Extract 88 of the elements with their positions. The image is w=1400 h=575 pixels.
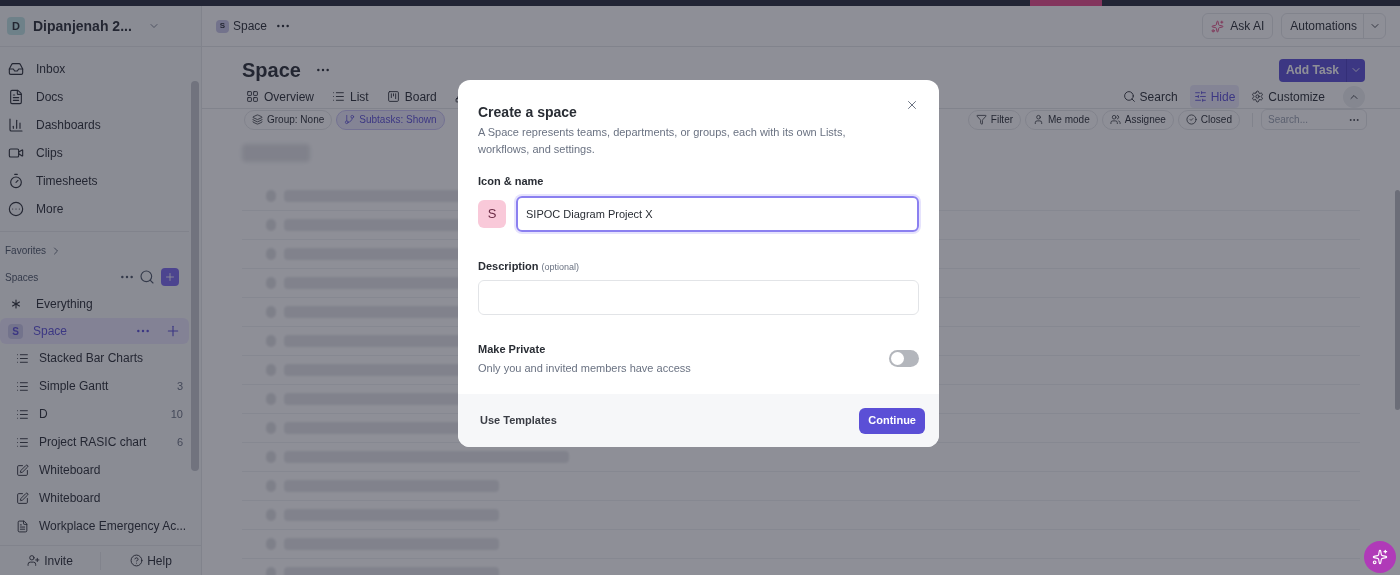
sidebar-item[interactable]: Simple Gantt 3	[0, 372, 189, 400]
invite-button[interactable]: Invite	[0, 551, 100, 570]
dialog-title: Create a space	[478, 103, 577, 122]
layers-icon	[252, 114, 263, 125]
dialog-description: A Space represents teams, departments, or groups, each with its own Lists, workflows, and settings.	[478, 125, 847, 157]
field-hint: Only you and invited members have access	[478, 360, 692, 376]
document-icon	[16, 519, 29, 533]
scrollbar[interactable]	[191, 81, 199, 471]
add-space-button[interactable]	[161, 268, 179, 286]
nav-item[interactable]: Inbox	[0, 55, 189, 83]
nav-item[interactable]: Dashboards	[0, 111, 189, 139]
list-icon	[16, 351, 29, 365]
space-icon-picker[interactable]: S	[478, 199, 506, 228]
filter-icon	[975, 114, 987, 125]
workspace-avatar[interactable]: D	[7, 17, 25, 35]
search-icon	[1122, 90, 1136, 103]
inbox-icon	[8, 61, 24, 77]
section-label: Spaces	[5, 270, 40, 285]
sidebar-item[interactable]: Whiteboard	[0, 456, 189, 484]
space-item[interactable]: S Space	[0, 318, 189, 344]
help-button[interactable]: Help	[100, 551, 201, 570]
nav-item[interactable]: More	[0, 195, 189, 223]
person-plus-icon	[27, 554, 41, 567]
field-label: Make Private	[478, 342, 547, 357]
use-templates-button[interactable]: Use Templates	[480, 412, 557, 429]
settings-icon	[1251, 90, 1265, 103]
sidebar-item[interactable]: Project RASIC chart 6	[0, 428, 189, 456]
chart-icon	[8, 117, 24, 133]
sparkle-icon	[1372, 549, 1388, 565]
sidebar-item[interactable]: Stacked Bar Charts	[0, 344, 189, 372]
pen-icon	[16, 463, 29, 477]
plus-icon	[164, 271, 176, 283]
view-tab[interactable]: Board	[386, 87, 437, 106]
plus-icon	[165, 323, 181, 339]
automations-button[interactable]: Automations	[1281, 13, 1386, 39]
breadcrumb-avatar: S	[216, 19, 229, 33]
board-icon	[386, 90, 400, 103]
sparkle-icon	[1211, 19, 1225, 33]
page-title: Space	[242, 58, 301, 83]
sidebar-item[interactable]: Whiteboard	[0, 484, 189, 512]
timer-icon	[8, 173, 24, 189]
person-icon	[1033, 114, 1045, 125]
description-field[interactable]	[478, 280, 919, 315]
video-icon	[8, 145, 24, 161]
list-icon	[16, 407, 29, 421]
view-tab[interactable]: List	[332, 87, 369, 106]
nav-item[interactable]: Timesheets	[0, 167, 189, 195]
close-icon	[905, 98, 919, 112]
grid-icon	[246, 90, 259, 103]
branch-icon	[344, 114, 356, 125]
sidebar-item[interactable]: D 10	[0, 400, 189, 428]
field-label: Description (optional)	[478, 258, 581, 274]
continue-button[interactable]: Continue	[859, 407, 925, 434]
view-tab[interactable]: Overview	[246, 87, 314, 106]
search-icon	[139, 269, 155, 285]
people-icon	[1109, 114, 1121, 125]
toolbar-button[interactable]: Search	[1118, 85, 1182, 108]
list-icon	[16, 379, 29, 393]
toolbar-button[interactable]: Customize	[1247, 85, 1329, 108]
toolbar-button[interactable]: Hide	[1189, 85, 1240, 108]
ask-ai-button[interactable]: Ask AI	[1202, 13, 1274, 39]
pen-icon	[16, 491, 29, 505]
filter-chip[interactable]: Subtasks: Shown	[336, 109, 445, 130]
breadcrumb[interactable]: Space	[233, 17, 268, 35]
name-field[interactable]: SIPOC Diagram Project X	[516, 195, 919, 232]
space-avatar: S	[8, 323, 23, 339]
list-icon	[16, 435, 29, 449]
list-icon	[332, 90, 345, 103]
sliders-icon	[1193, 90, 1207, 103]
close-button[interactable]	[905, 98, 919, 112]
item-count: 10	[170, 406, 183, 422]
check-circle-icon	[1185, 114, 1197, 125]
collapse-button[interactable]	[1343, 85, 1365, 108]
add-task-button[interactable]: Add Task	[1278, 58, 1365, 82]
item-count: 3	[176, 378, 183, 394]
private-toggle[interactable]	[889, 350, 919, 367]
nav-item[interactable]: Docs	[0, 83, 189, 111]
help-icon	[130, 554, 144, 567]
ai-assistant-button[interactable]	[1364, 541, 1396, 573]
document-icon	[8, 89, 24, 105]
workspace-name[interactable]: Dipanjenah 2...	[33, 15, 132, 37]
nav-item[interactable]: Clips	[0, 139, 189, 167]
more-icon	[8, 201, 24, 217]
field-label: Icon & name	[478, 174, 545, 189]
sidebar-item[interactable]: Workplace Emergency Ac...	[0, 512, 189, 540]
sidebar-item[interactable]: Everything	[0, 290, 189, 318]
item-count: 6	[176, 434, 183, 450]
scrollbar[interactable]	[1395, 190, 1400, 410]
